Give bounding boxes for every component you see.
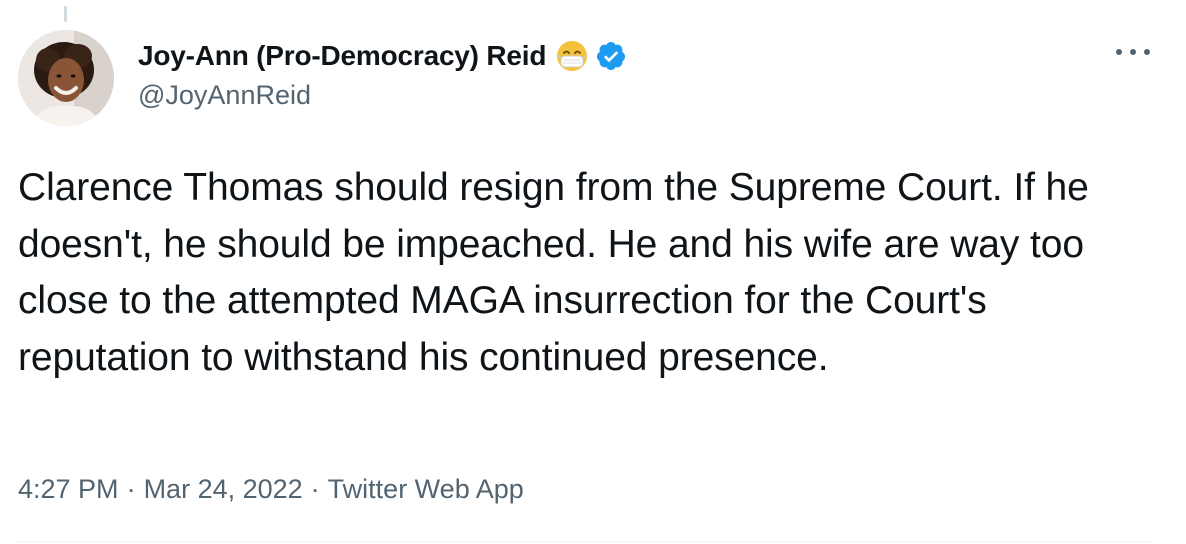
tweet-time[interactable]: 4:27 PM <box>18 474 119 504</box>
mask-face-emoji-icon <box>555 39 589 73</box>
thread-connector-line <box>64 6 67 22</box>
meta-separator: · <box>310 474 320 504</box>
author-handle[interactable]: @JoyAnnReid <box>138 80 627 111</box>
more-horizontal-icon-dot <box>1144 49 1150 55</box>
more-options-button[interactable] <box>1116 40 1150 64</box>
meta-separator: · <box>126 474 136 504</box>
tweet-body-text: Clarence Thomas should resign from the S… <box>18 166 1089 379</box>
more-horizontal-icon-dot <box>1116 49 1122 55</box>
tweet-metadata: 4:27 PM · Mar 24, 2022 · Twitter Web App <box>18 474 524 505</box>
bottom-divider <box>18 541 1150 542</box>
tweet-date[interactable]: Mar 24, 2022 <box>144 474 303 504</box>
author-avatar[interactable] <box>18 30 114 126</box>
author-display-name[interactable]: Joy-Ann (Pro-Democracy) Reid <box>138 40 546 72</box>
tweet-header: Joy-Ann (Pro-Democracy) Reid @JoyAnnReid <box>138 38 627 111</box>
author-name-row: Joy-Ann (Pro-Democracy) Reid <box>138 38 627 74</box>
tweet-source-app[interactable]: Twitter Web App <box>328 474 524 504</box>
avatar-photo <box>18 30 114 126</box>
more-horizontal-icon-dot <box>1130 49 1136 55</box>
verified-badge-icon <box>595 40 627 72</box>
